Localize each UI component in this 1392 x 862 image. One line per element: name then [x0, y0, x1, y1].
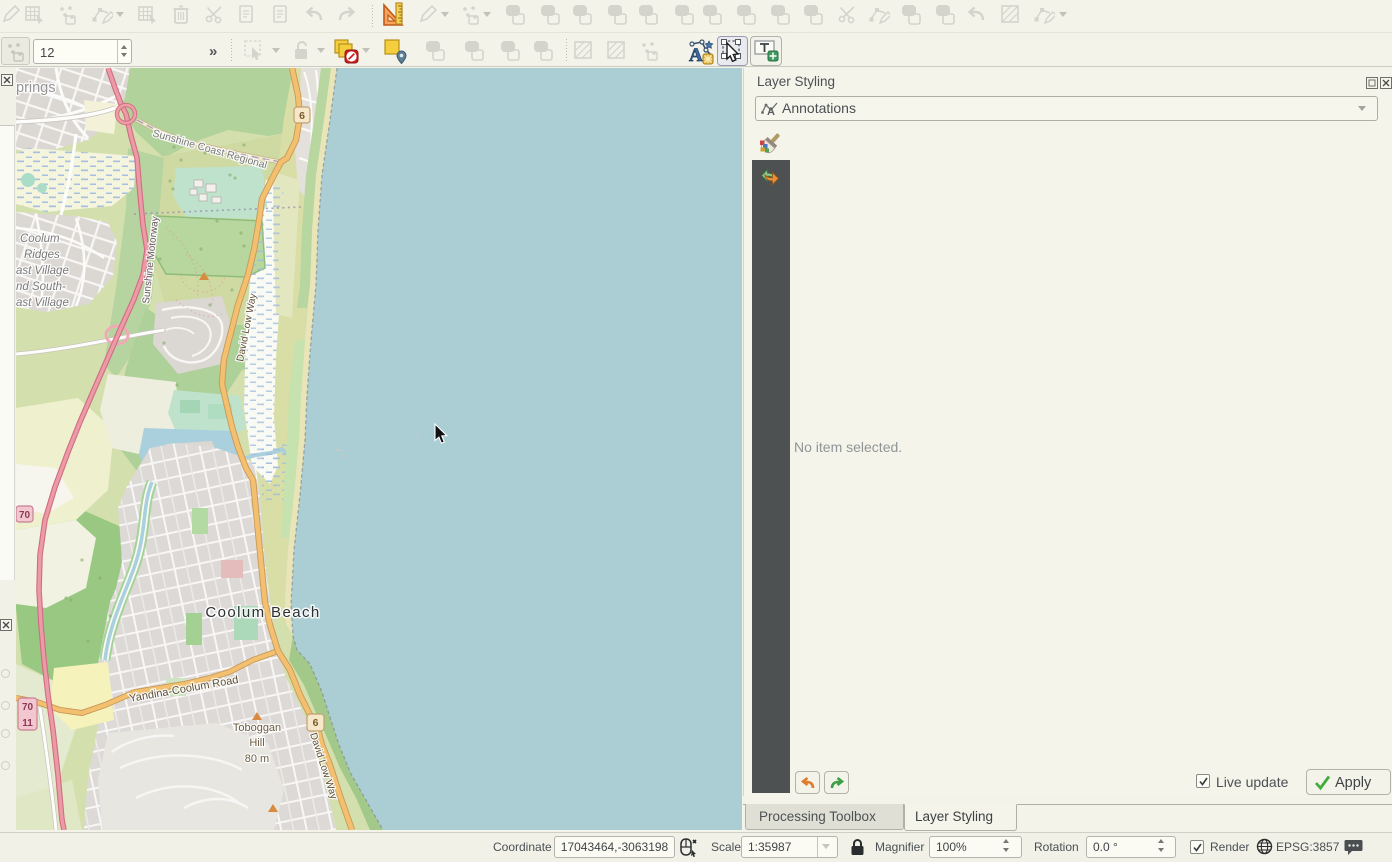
svg-text:A: A	[689, 45, 703, 65]
svg-text:70: 70	[19, 510, 31, 521]
svg-text:ast Village: ast Village	[16, 265, 69, 277]
svg-text:ast Village: ast Village	[16, 297, 69, 309]
svg-text:11: 11	[22, 718, 33, 729]
svg-text:A: A	[767, 106, 775, 116]
svg-text:nd South-: nd South-	[16, 281, 66, 293]
svg-text:Toboggan: Toboggan	[233, 722, 281, 734]
svg-text:Hill: Hill	[249, 737, 264, 749]
svg-text:6: 6	[299, 110, 305, 122]
svg-text:6: 6	[313, 717, 319, 729]
svg-text:80 m: 80 m	[245, 753, 269, 765]
svg-text:70: 70	[22, 702, 34, 713]
svg-text:Ridges: Ridges	[24, 249, 60, 261]
svg-text:Coolum Beach: Coolum Beach	[205, 604, 320, 621]
svg-text:Coolum: Coolum	[20, 233, 60, 245]
svg-text:prings: prings	[16, 80, 56, 96]
